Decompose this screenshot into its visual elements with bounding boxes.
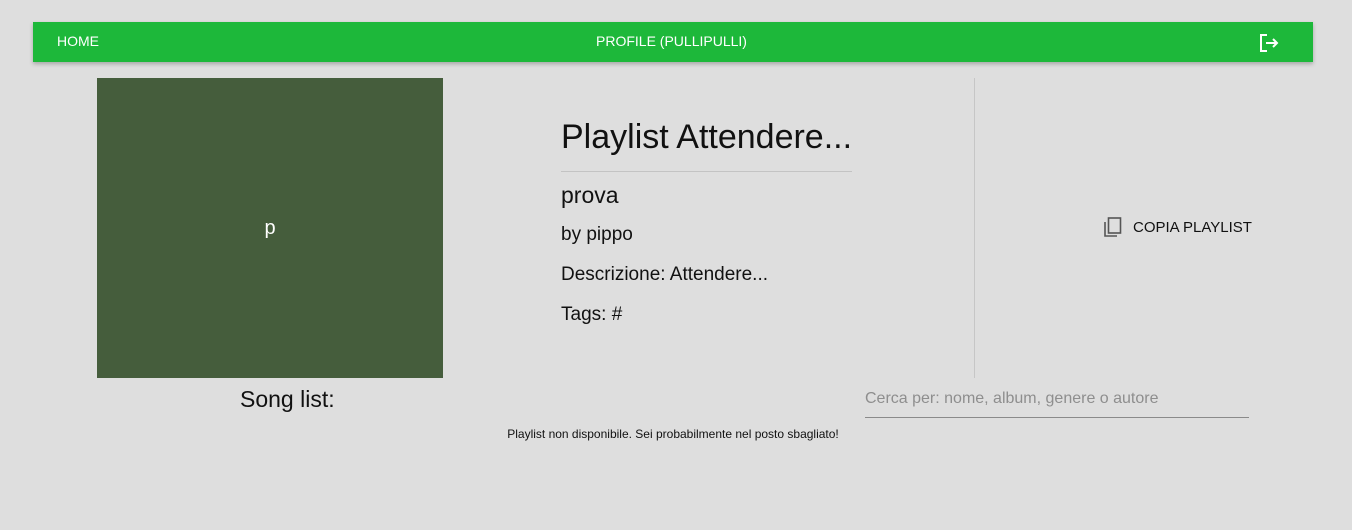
top-app-bar: HOME PROFILE (PULLIPULLI) — [33, 22, 1313, 62]
playlist-name: prova — [561, 182, 619, 208]
copy-playlist-button[interactable]: COPIA PLAYLIST — [1101, 215, 1252, 239]
playlist-owner: by pippo — [561, 224, 633, 245]
nav-profile-link[interactable]: PROFILE (PULLIPULLI) — [596, 33, 747, 49]
song-list-heading: Song list: — [240, 386, 335, 412]
status-message: Playlist non disponibile. Sei probabilme… — [507, 427, 839, 441]
search-field — [865, 385, 1249, 418]
vertical-divider — [974, 78, 975, 378]
cover-initial: p — [264, 216, 276, 239]
playlist-cover: p — [97, 78, 443, 378]
logout-icon[interactable] — [1257, 31, 1281, 55]
playlist-description: Descrizione: Attendere... — [561, 264, 768, 285]
search-input[interactable] — [865, 385, 1249, 413]
copy-icon — [1101, 215, 1125, 239]
playlist-title: Playlist Attendere... — [561, 118, 853, 172]
copy-playlist-label: COPIA PLAYLIST — [1133, 218, 1252, 236]
playlist-tags: Tags: # — [561, 304, 623, 325]
nav-home-link[interactable]: HOME — [57, 33, 99, 49]
